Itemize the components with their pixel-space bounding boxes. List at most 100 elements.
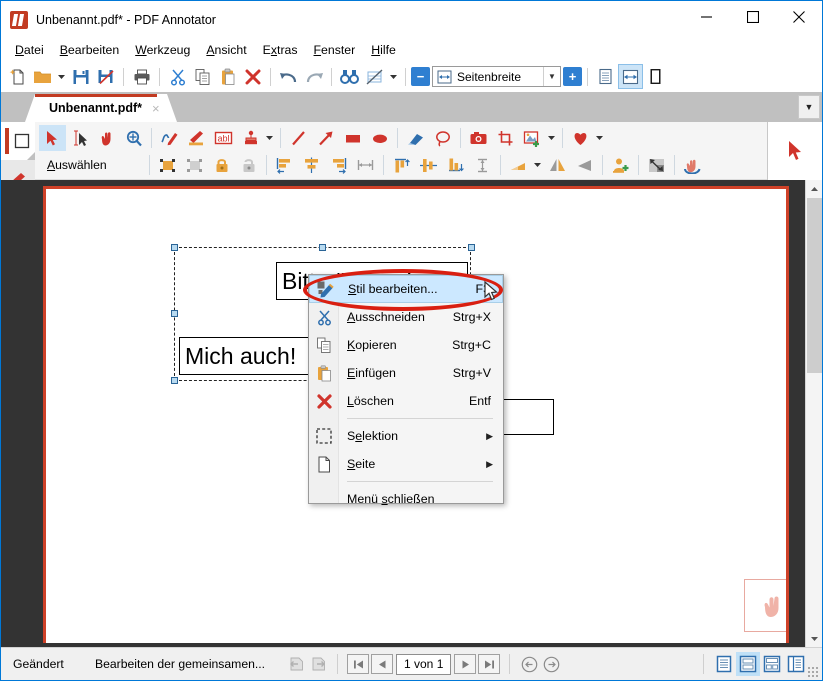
tab-unbenannt-pdf[interactable]: Unbenannt.pdf* × — [25, 94, 177, 122]
menu-hilfe[interactable]: Hilfe — [363, 41, 404, 59]
selection-handle[interactable] — [171, 244, 178, 251]
ellipse-icon[interactable] — [366, 125, 393, 151]
open-folder-icon[interactable] — [30, 64, 55, 89]
stamp-dropdown-icon[interactable] — [264, 125, 276, 151]
scrollbar-thumb[interactable] — [807, 198, 822, 373]
camera-icon[interactable] — [465, 125, 492, 151]
image-add-dropdown-icon[interactable] — [546, 125, 558, 151]
eraser-icon[interactable] — [402, 125, 429, 151]
open-dropdown-icon[interactable] — [55, 64, 68, 89]
unlock-icon[interactable] — [235, 152, 262, 178]
tab-close-icon[interactable]: × — [152, 101, 160, 116]
selection-handle[interactable] — [171, 377, 178, 384]
maximize-button[interactable] — [730, 1, 776, 33]
context-menu-item-selektion[interactable]: Selektion ▶ — [309, 422, 503, 450]
text-abl-icon[interactable]: abl — [210, 125, 237, 151]
next-page-icon[interactable] — [454, 654, 477, 674]
view-list-icon[interactable] — [784, 652, 808, 676]
distribute-vertical-icon[interactable] — [469, 152, 496, 178]
selection-handle[interactable] — [319, 244, 326, 251]
save-icon[interactable] — [68, 64, 93, 89]
selection-handle[interactable] — [171, 310, 178, 317]
resize-icon[interactable] — [643, 152, 670, 178]
rectangle-icon[interactable] — [339, 125, 366, 151]
chart-tool-icon[interactable] — [362, 64, 387, 89]
navigate-forward-icon[interactable] — [540, 653, 562, 675]
paste-icon[interactable] — [215, 64, 240, 89]
flip-horizontal-icon[interactable] — [544, 152, 571, 178]
hand-stamp-annotation[interactable] — [744, 579, 786, 632]
zoom-combo[interactable]: Seitenbreite ▼ — [432, 66, 561, 87]
hand-stamp-icon[interactable] — [679, 152, 706, 178]
zoom-in-button[interactable]: + — [563, 67, 582, 86]
copy-icon[interactable] — [190, 64, 215, 89]
menu-bearbeiten[interactable]: Bearbeiten — [52, 41, 127, 59]
page-indicator[interactable]: 1 von 1 — [396, 653, 452, 675]
tab-overflow-icon[interactable]: ▼ — [798, 95, 820, 119]
rotate-dropdown-icon[interactable] — [532, 152, 544, 178]
view-grid-icon[interactable] — [760, 652, 784, 676]
context-menu-item-menue-schliessen[interactable]: Menü schließen — [309, 485, 503, 513]
context-menu-item-ausschneiden[interactable]: Ausschneiden Strg+X — [309, 303, 503, 331]
menu-extras[interactable]: Extras — [255, 41, 306, 59]
align-right-icon[interactable] — [325, 152, 352, 178]
crop-icon[interactable] — [492, 125, 519, 151]
previous-page-icon[interactable] — [371, 654, 393, 674]
zoom-dropdown-icon[interactable]: ▼ — [543, 67, 560, 86]
favorite-heart-icon[interactable] — [567, 125, 594, 151]
zoom-magnifier-icon[interactable] — [120, 125, 147, 151]
arrow-icon[interactable] — [312, 125, 339, 151]
scroll-up-icon[interactable] — [806, 180, 822, 197]
fit-width-view-icon[interactable] — [618, 64, 643, 89]
distribute-horizontal-icon[interactable] — [352, 152, 379, 178]
context-menu-item-stil-bearbeiten[interactable]: Stil bearbeiten... F3 — [309, 275, 503, 303]
context-menu-item-loeschen[interactable]: Löschen Entf — [309, 387, 503, 415]
navigate-back-icon[interactable] — [518, 653, 540, 675]
undo-icon[interactable] — [276, 64, 301, 89]
menu-ansicht[interactable]: Ansicht — [198, 41, 254, 59]
ungroup-icon[interactable] — [181, 152, 208, 178]
context-menu[interactable]: Stil bearbeiten... F3 Ausschneiden Strg+… — [303, 269, 504, 506]
redo-icon[interactable] — [301, 64, 326, 89]
full-page-view-icon[interactable] — [643, 64, 668, 89]
add-user-icon[interactable] — [607, 152, 634, 178]
rotate-left-icon[interactable] — [505, 152, 532, 178]
favorite-dropdown-icon[interactable] — [594, 125, 606, 151]
align-center-icon[interactable] — [298, 152, 325, 178]
chart-tool-dropdown-icon[interactable] — [387, 64, 400, 89]
pen-icon[interactable] — [156, 125, 183, 151]
stamp-icon[interactable] — [237, 125, 264, 151]
context-menu-item-kopieren[interactable]: Kopieren Strg+C — [309, 331, 503, 359]
select-arrow-icon[interactable] — [39, 125, 66, 151]
undo-view-icon[interactable] — [285, 653, 307, 675]
selection-handle[interactable] — [468, 244, 475, 251]
cut-icon[interactable] — [165, 64, 190, 89]
align-left-icon[interactable] — [271, 152, 298, 178]
redo-view-icon[interactable] — [307, 653, 329, 675]
new-document-icon[interactable] — [5, 64, 30, 89]
flip-vertical-icon[interactable] — [571, 152, 598, 178]
resize-grip[interactable] — [807, 666, 819, 678]
save-as-icon[interactable] — [93, 64, 118, 89]
first-page-icon[interactable] — [347, 654, 369, 674]
context-menu-item-seite[interactable]: Seite ▶ — [309, 450, 503, 478]
menu-datei[interactable]: Datei — [7, 41, 52, 59]
lock-icon[interactable] — [208, 152, 235, 178]
minimize-button[interactable] — [684, 1, 730, 33]
image-add-icon[interactable] — [519, 125, 546, 151]
highlighter-icon[interactable] — [183, 125, 210, 151]
view-two-rows-icon[interactable] — [736, 652, 760, 676]
rail-rectangle-icon[interactable] — [1, 122, 35, 160]
zoom-out-button[interactable]: − — [411, 67, 430, 86]
context-menu-item-einfuegen[interactable]: Einfügen Strg+V — [309, 359, 503, 387]
align-middle-icon[interactable] — [415, 152, 442, 178]
align-top-icon[interactable] — [388, 152, 415, 178]
menu-fenster[interactable]: Fenster — [306, 41, 364, 59]
close-button[interactable] — [776, 1, 822, 33]
view-single-column-icon[interactable] — [712, 652, 736, 676]
delete-icon[interactable] — [240, 64, 265, 89]
line-icon[interactable] — [285, 125, 312, 151]
last-page-icon[interactable] — [478, 654, 501, 674]
group-icon[interactable] — [154, 152, 181, 178]
pan-hand-icon[interactable] — [93, 125, 120, 151]
